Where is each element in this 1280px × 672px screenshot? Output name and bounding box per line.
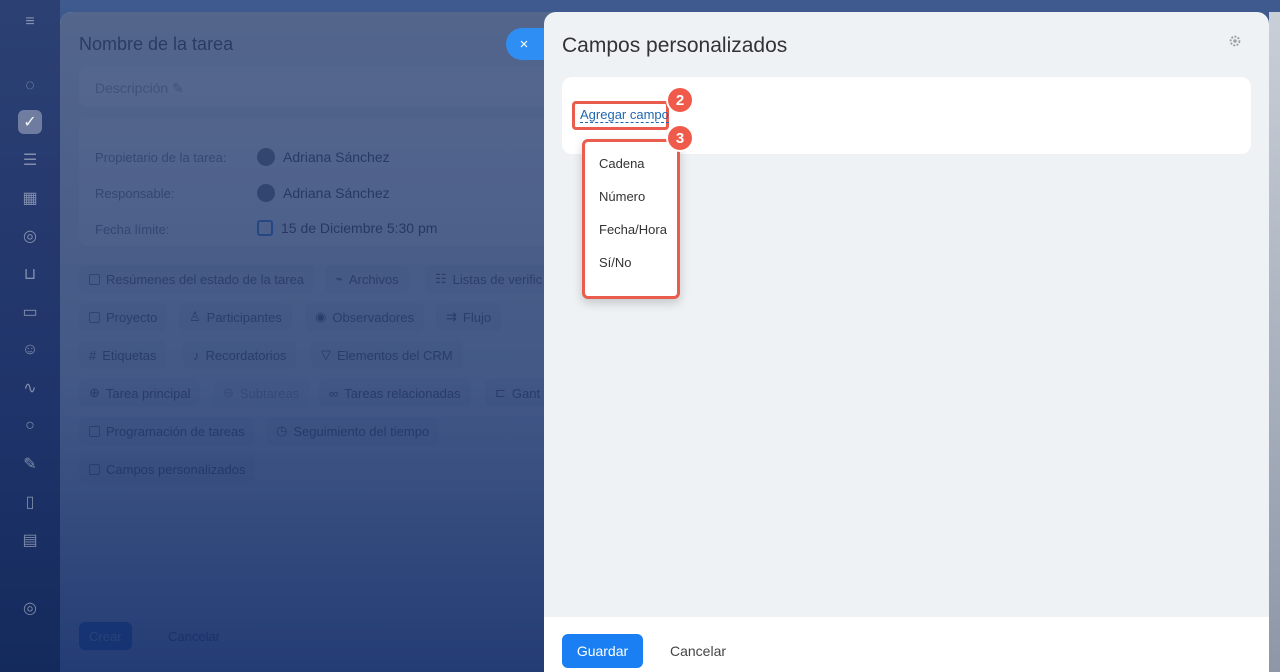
gear-icon[interactable]	[1228, 34, 1242, 48]
chip-crm-elements[interactable]: ▽ Elementos del CRM	[311, 341, 463, 369]
chip-files[interactable]: ⌁ Archivos	[325, 265, 409, 293]
edit-icon: ✎	[172, 80, 184, 96]
link-icon: ∞	[329, 385, 339, 401]
messages-icon[interactable]: ▭	[18, 300, 42, 324]
calendar-icon	[257, 220, 273, 236]
chip-flow[interactable]: ⇉ Flujo	[436, 303, 502, 331]
save-button[interactable]: Guardar	[562, 634, 643, 668]
gantt-icon: ⊏	[495, 385, 506, 400]
paperclip-icon: ⌁	[335, 271, 343, 286]
task-cancel-button[interactable]: Cancelar	[158, 622, 230, 650]
person-icon: ♙	[189, 309, 201, 324]
task-description-field[interactable]: Descripción ✎	[79, 67, 559, 107]
crm-funnel-icon[interactable]: ☰	[18, 148, 42, 172]
close-slider-button[interactable]: ×	[506, 28, 546, 60]
custom-fields-icon	[89, 463, 100, 475]
chip-project[interactable]: Proyecto	[79, 303, 168, 331]
flow-icon: ⇉	[446, 309, 457, 324]
calendar-icon[interactable]: ▦	[18, 186, 42, 210]
settings-icon[interactable]: ◎	[18, 596, 42, 620]
summary-icon	[89, 273, 100, 285]
field-type-menu: Cadena Número Fecha/Hora Sí/No	[582, 139, 680, 299]
avatar	[257, 148, 275, 166]
task-title-input[interactable]: Nombre de la tarea	[79, 34, 233, 55]
add-field-link[interactable]: Agregar campo	[580, 108, 669, 123]
close-icon: ×	[519, 35, 529, 53]
create-button[interactable]: Crear	[79, 622, 132, 650]
board-icon[interactable]: ▤	[18, 528, 42, 552]
chip-checklists[interactable]: ☷ Listas de verific	[425, 265, 553, 293]
menu-icon[interactable]: ≡	[18, 10, 42, 34]
sign-icon[interactable]: ∿	[18, 376, 42, 400]
step-badge-2: 2	[668, 88, 692, 112]
chip-participants[interactable]: ♙ Participantes	[179, 303, 292, 331]
chip-reminders[interactable]: ♪ Recordatorios	[183, 341, 297, 369]
chip-tags[interactable]: # Etiquetas	[79, 341, 167, 369]
responsible-value[interactable]: Adriana Sánchez	[257, 184, 390, 202]
timer-icon: ◷	[276, 423, 288, 438]
cancel-button[interactable]: Cancelar	[670, 643, 726, 659]
owner-value[interactable]: Adriana Sánchez	[257, 148, 390, 166]
responsible-name: Adriana Sánchez	[283, 185, 390, 201]
step-badge-3: 3	[668, 126, 692, 150]
chip-gantt[interactable]: ⊏ Gant	[485, 379, 551, 407]
folder-icon	[89, 311, 100, 323]
menu-item-datetime[interactable]: Fecha/Hora	[599, 222, 667, 237]
robot-icon[interactable]: ☺	[18, 338, 42, 362]
chip-observers[interactable]: ◉ Observadores	[305, 303, 424, 331]
pen-icon[interactable]: ✎	[18, 452, 42, 476]
feed-icon[interactable]: ◌	[18, 74, 42, 98]
owner-name: Adriana Sánchez	[283, 149, 390, 165]
subtask-icon: ⊖	[223, 385, 234, 400]
owner-label: Propietario de la tarea:	[95, 150, 227, 165]
document-icon[interactable]: ▯	[18, 490, 42, 514]
circle-icon[interactable]: ○	[18, 414, 42, 438]
task-form: Nombre de la tarea Descripción ✎ Propiet…	[60, 12, 560, 672]
avatar	[257, 184, 275, 202]
left-nav-rail: ≡ ◌ ✓ ☰ ▦ ◎ ⊔ ▭ ☺ ∿ ○ ✎ ▯ ▤ ◎	[0, 0, 60, 672]
schedule-icon	[89, 425, 100, 437]
funnel-icon: ▽	[321, 347, 331, 362]
panel-footer: Guardar Cancelar	[544, 617, 1269, 672]
custom-fields-panel: Campos personalizados Agregar campo 2 Ca…	[544, 12, 1269, 672]
chip-time-tracking[interactable]: ◷ Seguimiento del tiempo	[266, 417, 440, 445]
target-icon[interactable]: ◎	[18, 224, 42, 248]
hash-icon: #	[89, 347, 97, 363]
deadline-label: Fecha límite:	[95, 222, 170, 237]
chip-subtasks[interactable]: ⊖ Subtareas	[213, 379, 310, 407]
panel-title: Campos personalizados	[562, 34, 788, 57]
menu-item-number[interactable]: Número	[599, 189, 645, 204]
list-icon: ☷	[435, 271, 447, 286]
chip-custom-fields[interactable]: Campos personalizados	[79, 455, 256, 483]
tasks-icon[interactable]: ✓	[18, 110, 42, 134]
responsible-label: Responsable:	[95, 186, 175, 201]
chip-status-summaries[interactable]: Resúmenes del estado de la tarea	[79, 265, 315, 293]
chip-parent-task[interactable]: ⊕ Tarea principal	[79, 379, 201, 407]
background-edge	[1269, 12, 1280, 672]
description-placeholder: Descripción	[95, 80, 169, 96]
menu-item-string[interactable]: Cadena	[599, 156, 645, 171]
deadline-text: 15 de Diciembre 5:30 pm	[281, 220, 438, 236]
eye-icon: ◉	[315, 309, 327, 324]
bell-icon: ♪	[193, 347, 200, 363]
shop-cart-icon[interactable]: ⊔	[18, 262, 42, 286]
parent-task-icon: ⊕	[89, 385, 100, 400]
deadline-value[interactable]: 15 de Diciembre 5:30 pm	[257, 220, 437, 236]
chip-related-tasks[interactable]: ∞ Tareas relacionadas	[319, 379, 471, 407]
task-info-box: Propietario de la tarea: Adriana Sánchez…	[79, 118, 559, 246]
chip-task-scheduling[interactable]: Programación de tareas	[79, 417, 255, 445]
menu-item-yes-no[interactable]: Sí/No	[599, 255, 632, 270]
